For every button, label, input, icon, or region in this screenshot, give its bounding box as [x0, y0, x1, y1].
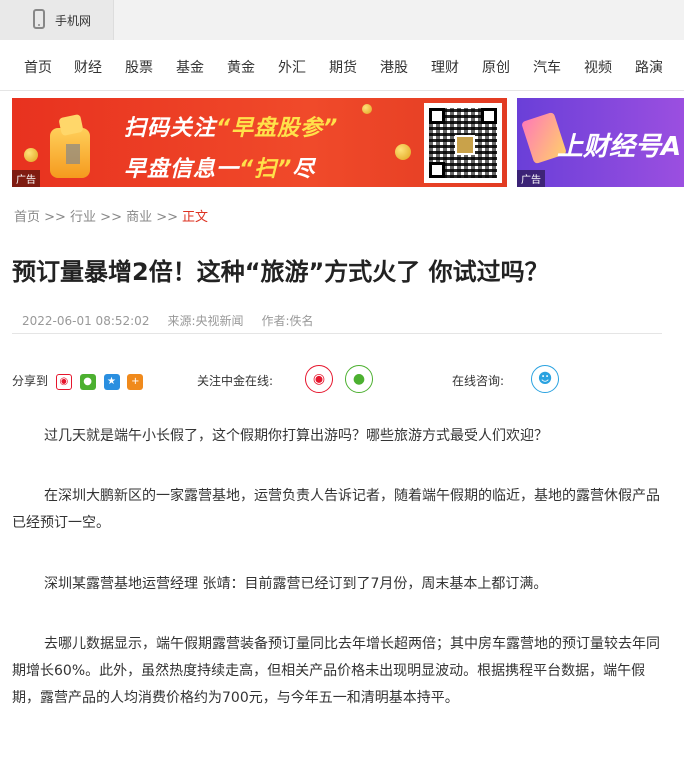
article-paragraph: 去哪儿数据显示，端午假期露营装备预订量同比去年增长超两倍；其中房车露营地的预订量…: [12, 636, 660, 706]
article-author: 作者:佚名: [261, 314, 314, 328]
coin-icon: [395, 144, 411, 160]
article-paragraph: 在深圳大鹏新区的一家露营基地，运营负责人告诉记者，随着端午假期的临近，基地的露营…: [12, 488, 660, 531]
article-meta: 2022-06-01 08:52:02 来源:央视新闻 作者:佚名: [22, 312, 332, 329]
article-source: 来源:央视新闻: [167, 314, 244, 328]
wechat-follow-icon[interactable]: ●: [345, 365, 373, 393]
article-datetime: 2022-06-01 08:52:02: [22, 314, 150, 328]
more-share-icon[interactable]: +: [127, 373, 144, 390]
mobile-site-label: 手机网: [55, 14, 92, 28]
nav-item-auto[interactable]: 汽车: [533, 57, 561, 77]
divider: [12, 333, 662, 334]
breadcrumb: 首页 >> 行业 >> 商业 >> 正文: [14, 206, 208, 225]
breadcrumb-path[interactable]: 首页 >> 行业 >> 商业 >>: [14, 210, 178, 225]
breadcrumb-current: 正文: [182, 210, 209, 225]
ad-banner-main[interactable]: 扫码关注“早盘股参” 早盘信息一“扫”尽 广告: [12, 98, 507, 187]
ad-banner-side[interactable]: 上财经号A 广告: [517, 98, 684, 187]
qr-code: [424, 103, 502, 183]
nav-item-home[interactable]: 首页: [24, 57, 52, 77]
qq-consult-icon[interactable]: ☻: [531, 365, 559, 393]
wechat-share-icon[interactable]: ●: [79, 373, 96, 390]
top-bar: 手机网: [0, 0, 684, 40]
mobile-site-tab[interactable]: 手机网: [0, 0, 114, 40]
nav-item-video[interactable]: 视频: [584, 57, 612, 77]
banner-illustration: [32, 110, 104, 180]
article-title: 预订量暴增2倍！这种“旅游”方式火了 你试过吗？: [12, 258, 549, 286]
nav-item-original[interactable]: 原创: [482, 57, 510, 77]
ad-label: 广告: [517, 170, 545, 187]
weibo-share-icon[interactable]: ◉: [55, 373, 72, 390]
nav-item-hk-stocks[interactable]: 港股: [380, 57, 408, 77]
follow-label: 关注中金在线:: [197, 374, 274, 388]
nav-item-forex[interactable]: 外汇: [278, 57, 306, 77]
nav-item-funds[interactable]: 基金: [176, 57, 204, 77]
qr-logo-icon: [455, 135, 475, 155]
coin-icon: [362, 104, 372, 114]
nav-item-gold[interactable]: 黄金: [227, 57, 255, 77]
coin-icon: [24, 148, 38, 162]
qzone-share-icon[interactable]: ★: [103, 373, 120, 390]
phone-icon: [33, 9, 45, 29]
article-paragraph: 过几天就是端午小长假了，这个假期你打算出游吗？哪些旅游方式最受人们欢迎？: [44, 428, 548, 444]
article-paragraph: 深圳某露营基地运营经理 张靖：目前露营已经订到了7月份，周末基本上都订满。: [44, 576, 548, 592]
nav-item-stocks[interactable]: 股票: [125, 57, 153, 77]
banner-subline: 早盘信息一“扫”尽: [124, 157, 316, 182]
nav-item-finance[interactable]: 财经: [74, 57, 102, 77]
nav-item-wealth[interactable]: 理财: [431, 57, 459, 77]
weibo-follow-icon[interactable]: ◉: [305, 365, 333, 393]
nav-item-futures[interactable]: 期货: [329, 57, 357, 77]
banner-headline: 扫码关注“早盘股参”: [124, 116, 339, 141]
share-bar: 分享到 ◉ ● ★ +: [12, 372, 144, 390]
ad-label: 广告: [12, 170, 40, 187]
nav-item-roadshow[interactable]: 路演: [635, 57, 663, 77]
main-nav: 首页 财经 股票 基金 黄金 外汇 期货 港股 理财 原创 汽车 视频 路演: [0, 40, 684, 91]
side-banner-text: 上财经号A: [557, 132, 682, 162]
consult-label: 在线咨询:: [452, 374, 505, 388]
share-label: 分享到: [12, 374, 49, 388]
